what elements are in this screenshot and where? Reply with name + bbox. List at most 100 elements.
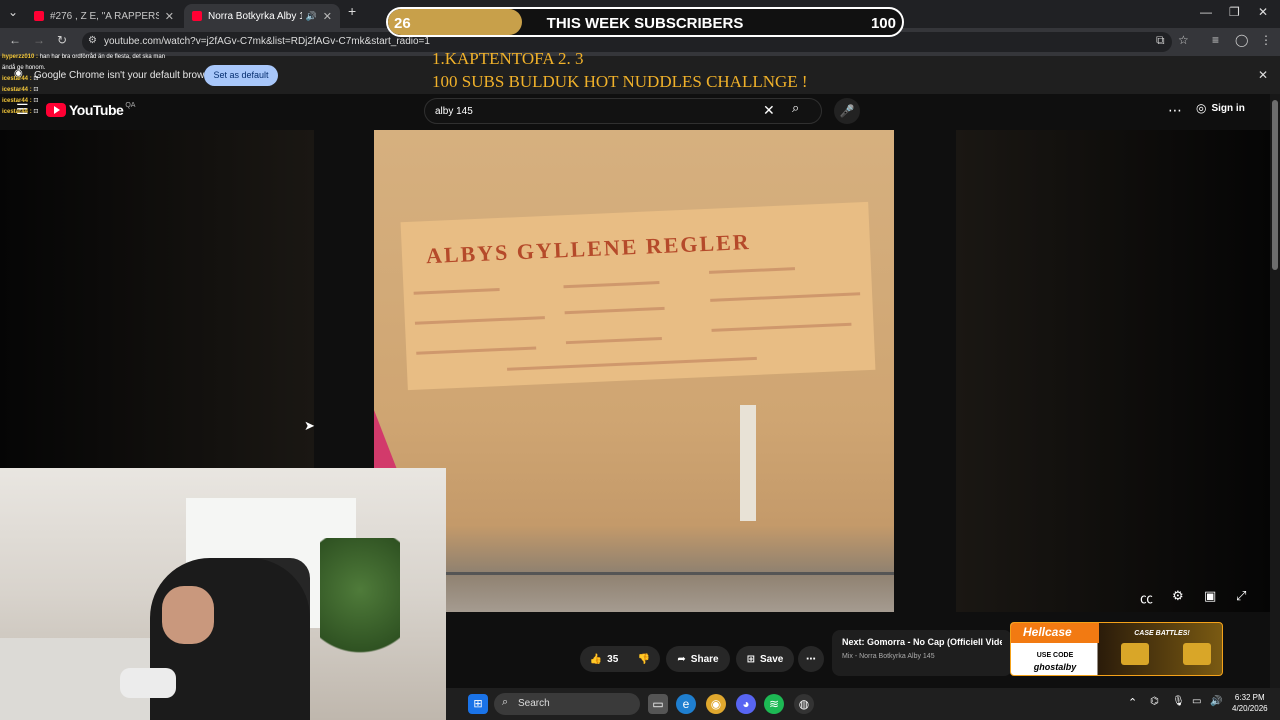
share-icon: ➦ bbox=[677, 653, 686, 665]
windows-start-icon[interactable]: ⊞ bbox=[468, 694, 488, 714]
sponsor-tagline: CASE BATTLES! bbox=[1134, 630, 1190, 637]
treasure-chest-icon bbox=[1121, 643, 1149, 665]
more-actions-button[interactable]: ⋯ bbox=[798, 646, 824, 672]
stream-chat: hyperzz010 : han har bra ordförråd än de… bbox=[2, 52, 172, 118]
mouse-cursor-icon: ➤ bbox=[304, 418, 315, 433]
hellcase-sponsor-banner: Hellcase USE CODE ghostalby CASE BATTLES… bbox=[1010, 622, 1223, 676]
chrome-icon[interactable]: ◉ bbox=[706, 694, 726, 714]
subscriber-goal-bar: THIS WEEK SUBSCRIBERS 26 100 bbox=[386, 7, 904, 37]
spotify-icon[interactable]: ≋ bbox=[764, 694, 784, 714]
pole bbox=[740, 405, 756, 521]
chat-message: icestar44 : ⊡ bbox=[2, 98, 39, 104]
sign-in-button[interactable]: ◎ Sign in bbox=[1196, 101, 1245, 115]
tab-label: #276 , Z E, "A RAPPERS DREAM" bbox=[50, 10, 159, 22]
webcam-face bbox=[162, 586, 214, 644]
video-player[interactable]: ALBYS GYLLENE REGLER bbox=[374, 130, 894, 612]
youtube-favicon-icon bbox=[192, 11, 202, 21]
captions-icon[interactable]: ㏄ bbox=[1140, 588, 1153, 607]
treasure-chest-icon bbox=[1183, 643, 1211, 665]
new-tab-button[interactable]: + bbox=[348, 3, 356, 19]
thumbs-down-icon: 👎 bbox=[637, 653, 651, 665]
discord-icon[interactable]: ◕ bbox=[736, 694, 756, 714]
webcam-plant bbox=[320, 538, 400, 668]
chat-message: icestar44 : ⊡ bbox=[2, 76, 39, 82]
dislike-button[interactable]: 👎 bbox=[628, 646, 660, 672]
menu-kebab-icon[interactable]: ⋮ bbox=[1260, 33, 1272, 47]
save-playlist-icon: ⊞ bbox=[746, 653, 756, 665]
taskbar-search-icon: ⌕ bbox=[502, 696, 509, 708]
subscriber-count: 26 bbox=[394, 15, 411, 32]
audio-playing-icon[interactable]: 🔊 bbox=[306, 11, 317, 22]
sponsor-use-code-label: USE CODE bbox=[1036, 652, 1074, 659]
obs-icon[interactable]: ◍ bbox=[794, 694, 814, 714]
voice-search-icon[interactable]: 🎤 bbox=[834, 98, 860, 124]
tab-search-icon[interactable]: ⌄ bbox=[8, 5, 18, 19]
chat-message: hyperzz010 : han har bra ordförråd än de… bbox=[2, 54, 166, 71]
more-options-icon[interactable]: ⋯ bbox=[1168, 102, 1182, 119]
tab-rappers-dream[interactable]: #276 , Z E, "A RAPPERS DREAM" ✕ bbox=[26, 4, 182, 28]
scrollbar-thumb[interactable] bbox=[1272, 100, 1278, 270]
overlay-top-subscribers: 1.KAPTENTOFA 2. 3 bbox=[432, 49, 584, 68]
task-view-icon[interactable]: ▭ bbox=[648, 694, 668, 714]
set-as-default-button[interactable]: Set as default bbox=[204, 65, 278, 86]
tray-mic-icon[interactable]: 🎙 bbox=[1172, 696, 1185, 707]
edge-icon[interactable]: e bbox=[676, 694, 696, 714]
tab-label: Norra Botkyrka Alby 145 - Y bbox=[208, 10, 302, 22]
up-next-title: Next: Gomorra - No Cap (Officiell Video) bbox=[842, 637, 1002, 647]
like-button[interactable]: 👍 35 bbox=[580, 646, 628, 672]
cast-icon[interactable]: ⧉ bbox=[1156, 33, 1165, 48]
pink-object bbox=[374, 410, 398, 472]
sponsor-code: ghostalby bbox=[1033, 662, 1077, 672]
tray-network-icon[interactable]: ⌬ bbox=[1150, 696, 1159, 707]
tray-display-icon[interactable]: ▭ bbox=[1192, 696, 1201, 707]
progress-track[interactable] bbox=[446, 572, 894, 575]
tray-volume-icon[interactable]: 🔊 bbox=[1210, 696, 1222, 707]
share-button[interactable]: ➦ Share bbox=[666, 646, 730, 672]
tab-norra-botkyrka[interactable]: Norra Botkyrka Alby 145 - Y 🔊 ✕ bbox=[184, 4, 340, 28]
window-close-icon[interactable]: ✕ bbox=[1258, 5, 1268, 19]
webcam-feed bbox=[0, 468, 446, 720]
up-next-card[interactable]: Next: Gomorra - No Cap (Officiell Video)… bbox=[832, 630, 1012, 676]
like-count: 35 bbox=[607, 653, 619, 665]
youtube-favicon-icon bbox=[34, 11, 44, 21]
minimize-icon[interactable]: — bbox=[1200, 5, 1212, 19]
up-next-subtitle: Mix - Norra Botkyrka Alby 145 bbox=[842, 653, 935, 660]
reload-icon[interactable]: ↻ bbox=[57, 33, 67, 47]
sign-in-label: Sign in bbox=[1211, 102, 1245, 114]
profile-icon[interactable]: ◯ bbox=[1235, 33, 1248, 47]
taskbar-clock[interactable]: 6:32 PM 4/20/2026 bbox=[1232, 692, 1268, 714]
chat-message: icestar44 : ⊡ bbox=[2, 87, 39, 93]
thumbs-up-icon: 👍 bbox=[589, 653, 603, 665]
tab-close-icon[interactable]: ✕ bbox=[323, 10, 332, 23]
share-label: Share bbox=[690, 653, 719, 665]
player-ambient-right bbox=[956, 130, 1270, 612]
bookmark-star-icon[interactable]: ☆ bbox=[1178, 33, 1189, 47]
site-info-icon[interactable]: ⚙ bbox=[88, 35, 97, 46]
taskbar-search-box[interactable]: Search bbox=[494, 693, 640, 715]
taskbar-search-label: Search bbox=[518, 698, 550, 709]
account-circle-icon: ◎ bbox=[1196, 101, 1207, 115]
hellcase-logo: Hellcase bbox=[1011, 623, 1099, 643]
search-icon[interactable]: ⌕ bbox=[792, 100, 799, 116]
save-button[interactable]: ⊞ Save bbox=[736, 646, 794, 672]
url-text: youtube.com/watch?v=j2fAGv-C7mk&list=RDj… bbox=[104, 36, 430, 47]
restore-icon[interactable]: ❐ bbox=[1229, 5, 1240, 19]
forward-icon[interactable]: → bbox=[33, 33, 45, 47]
fullscreen-icon[interactable]: ⤢ bbox=[1236, 588, 1246, 604]
clock-time: 6:32 PM bbox=[1234, 693, 1265, 702]
sign-title: ALBYS GYLLENE REGLER bbox=[425, 229, 752, 269]
tab-close-icon[interactable]: ✕ bbox=[165, 10, 174, 23]
media-controls-icon[interactable]: ≡ bbox=[1212, 33, 1219, 47]
webcam-microphone bbox=[120, 668, 176, 698]
back-icon[interactable]: ← bbox=[9, 33, 21, 47]
miniplayer-icon[interactable]: ▣ bbox=[1204, 588, 1216, 604]
clear-search-icon[interactable]: ✕ bbox=[763, 102, 775, 119]
clock-date: 4/20/2026 bbox=[1232, 704, 1268, 713]
infobar-close-icon[interactable]: ✕ bbox=[1258, 68, 1268, 82]
video-sign: ALBYS GYLLENE REGLER bbox=[400, 201, 876, 391]
overlay-challenge-text: 100 SUBS BULDUK HOT NUDDLES CHALLNGE ! bbox=[432, 72, 808, 91]
tray-chevron-icon[interactable]: ⌃ bbox=[1128, 696, 1137, 709]
save-label: Save bbox=[760, 653, 784, 665]
settings-gear-icon[interactable]: ⚙ bbox=[1172, 588, 1184, 604]
subscriber-goal-target: 100 bbox=[870, 15, 896, 32]
